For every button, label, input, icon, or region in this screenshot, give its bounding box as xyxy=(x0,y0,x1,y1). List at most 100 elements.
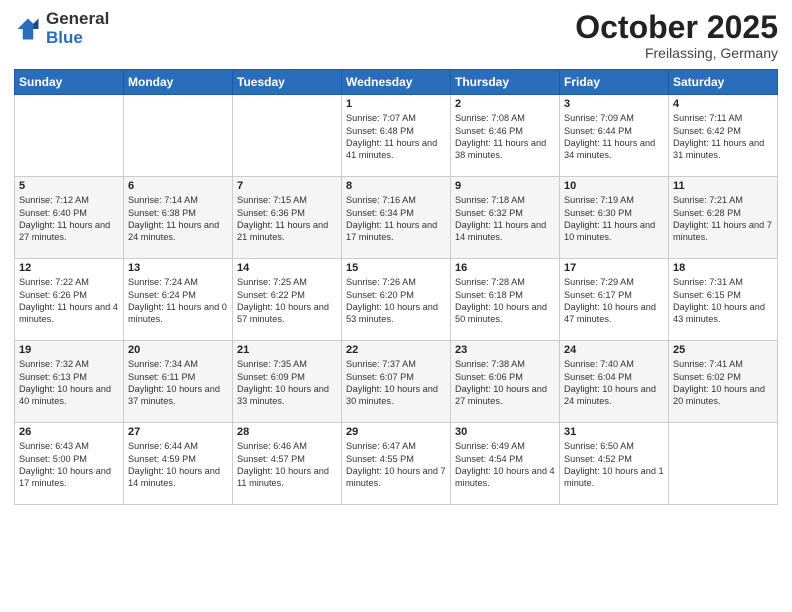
day-number: 23 xyxy=(455,344,555,356)
day-info: Sunrise: 7:07 AM Sunset: 6:48 PM Dayligh… xyxy=(346,112,446,162)
calendar-cell: 27 Sunrise: 6:44 AM Sunset: 4:59 PM Dayli… xyxy=(124,423,233,505)
calendar: Sunday Monday Tuesday Wednesday Thursday… xyxy=(14,69,778,505)
col-sunday: Sunday xyxy=(15,70,124,95)
calendar-cell: 11 Sunrise: 7:21 AM Sunset: 6:28 PM Dayli… xyxy=(669,177,778,259)
day-info: Sunrise: 7:38 AM Sunset: 6:06 PM Dayligh… xyxy=(455,358,555,408)
day-number: 8 xyxy=(346,180,446,192)
calendar-cell xyxy=(15,95,124,177)
day-info: Sunrise: 7:32 AM Sunset: 6:13 PM Dayligh… xyxy=(19,358,119,408)
day-number: 25 xyxy=(673,344,773,356)
day-number: 5 xyxy=(19,180,119,192)
day-info: Sunrise: 6:43 AM Sunset: 5:00 PM Dayligh… xyxy=(19,440,119,490)
logo-text: General Blue xyxy=(46,10,109,47)
day-number: 30 xyxy=(455,426,555,438)
day-number: 24 xyxy=(564,344,664,356)
day-number: 22 xyxy=(346,344,446,356)
col-thursday: Thursday xyxy=(451,70,560,95)
day-number: 1 xyxy=(346,98,446,110)
day-info: Sunrise: 7:29 AM Sunset: 6:17 PM Dayligh… xyxy=(564,276,664,326)
calendar-cell: 25Sunrise: 7:41 AM Sunset: 6:02 PM Dayli… xyxy=(669,341,778,423)
day-info: Sunrise: 7:12 AM Sunset: 6:40 PM Dayligh… xyxy=(19,194,119,244)
calendar-week-1: 5 Sunrise: 7:12 AM Sunset: 6:40 PM Daylig… xyxy=(15,177,778,259)
day-number: 11 xyxy=(673,180,773,192)
calendar-cell: 5 Sunrise: 7:12 AM Sunset: 6:40 PM Daylig… xyxy=(15,177,124,259)
day-info: Sunrise: 6:49 AM Sunset: 4:54 PM Dayligh… xyxy=(455,440,555,490)
day-number: 2 xyxy=(455,98,555,110)
day-info: Sunrise: 7:11 AM Sunset: 6:42 PM Dayligh… xyxy=(673,112,773,162)
day-number: 15 xyxy=(346,262,446,274)
day-info: Sunrise: 7:35 AM Sunset: 6:09 PM Dayligh… xyxy=(237,358,337,408)
day-info: Sunrise: 7:16 AM Sunset: 6:34 PM Dayligh… xyxy=(346,194,446,244)
day-number: 9 xyxy=(455,180,555,192)
calendar-cell xyxy=(124,95,233,177)
day-info: Sunrise: 7:14 AM Sunset: 6:38 PM Dayligh… xyxy=(128,194,228,244)
calendar-cell: 30 Sunrise: 6:49 AM Sunset: 4:54 PM Dayli… xyxy=(451,423,560,505)
day-info: Sunrise: 7:22 AM Sunset: 6:26 PM Dayligh… xyxy=(19,276,119,326)
col-monday: Monday xyxy=(124,70,233,95)
calendar-week-4: 26 Sunrise: 6:43 AM Sunset: 5:00 PM Dayli… xyxy=(15,423,778,505)
calendar-cell: 6 Sunrise: 7:14 AM Sunset: 6:38 PM Daylig… xyxy=(124,177,233,259)
col-wednesday: Wednesday xyxy=(342,70,451,95)
day-number: 19 xyxy=(19,344,119,356)
day-number: 12 xyxy=(19,262,119,274)
day-number: 20 xyxy=(128,344,228,356)
calendar-cell: 23 Sunrise: 7:38 AM Sunset: 6:06 PM Dayli… xyxy=(451,341,560,423)
calendar-header-row: Sunday Monday Tuesday Wednesday Thursday… xyxy=(15,70,778,95)
day-number: 13 xyxy=(128,262,228,274)
calendar-cell: 22Sunrise: 7:37 AM Sunset: 6:07 PM Dayli… xyxy=(342,341,451,423)
day-number: 6 xyxy=(128,180,228,192)
calendar-cell: 28Sunrise: 6:46 AM Sunset: 4:57 PM Dayli… xyxy=(233,423,342,505)
col-friday: Friday xyxy=(560,70,669,95)
calendar-cell: 2Sunrise: 7:08 AM Sunset: 6:46 PM Daylig… xyxy=(451,95,560,177)
col-saturday: Saturday xyxy=(669,70,778,95)
calendar-week-2: 12 Sunrise: 7:22 AM Sunset: 6:26 PM Dayli… xyxy=(15,259,778,341)
day-number: 26 xyxy=(19,426,119,438)
day-number: 17 xyxy=(564,262,664,274)
calendar-cell: 12 Sunrise: 7:22 AM Sunset: 6:26 PM Dayli… xyxy=(15,259,124,341)
day-number: 7 xyxy=(237,180,337,192)
day-number: 16 xyxy=(455,262,555,274)
day-number: 3 xyxy=(564,98,664,110)
day-number: 27 xyxy=(128,426,228,438)
day-info: Sunrise: 6:44 AM Sunset: 4:59 PM Dayligh… xyxy=(128,440,228,490)
col-tuesday: Tuesday xyxy=(233,70,342,95)
page: General Blue October 2025 Freilassing, G… xyxy=(0,0,792,612)
calendar-cell: 18Sunrise: 7:31 AM Sunset: 6:15 PM Dayli… xyxy=(669,259,778,341)
calendar-cell: 26 Sunrise: 6:43 AM Sunset: 5:00 PM Dayli… xyxy=(15,423,124,505)
logo-icon xyxy=(14,15,42,43)
calendar-cell: 3 Sunrise: 7:09 AM Sunset: 6:44 PM Daylig… xyxy=(560,95,669,177)
calendar-cell: 9 Sunrise: 7:18 AM Sunset: 6:32 PM Daylig… xyxy=(451,177,560,259)
logo-blue-text: Blue xyxy=(46,29,109,48)
calendar-cell: 14 Sunrise: 7:25 AM Sunset: 6:22 PM Dayli… xyxy=(233,259,342,341)
day-info: Sunrise: 7:28 AM Sunset: 6:18 PM Dayligh… xyxy=(455,276,555,326)
logo-general-text: General xyxy=(46,10,109,29)
day-number: 31 xyxy=(564,426,664,438)
day-info: Sunrise: 7:18 AM Sunset: 6:32 PM Dayligh… xyxy=(455,194,555,244)
calendar-cell: 19 Sunrise: 7:32 AM Sunset: 6:13 PM Dayli… xyxy=(15,341,124,423)
day-info: Sunrise: 7:19 AM Sunset: 6:30 PM Dayligh… xyxy=(564,194,664,244)
calendar-cell: 7 Sunrise: 7:15 AM Sunset: 6:36 PM Daylig… xyxy=(233,177,342,259)
day-info: Sunrise: 7:09 AM Sunset: 6:44 PM Dayligh… xyxy=(564,112,664,162)
day-number: 18 xyxy=(673,262,773,274)
calendar-cell: 1 Sunrise: 7:07 AM Sunset: 6:48 PM Daylig… xyxy=(342,95,451,177)
calendar-cell: 16 Sunrise: 7:28 AM Sunset: 6:18 PM Dayli… xyxy=(451,259,560,341)
calendar-cell xyxy=(233,95,342,177)
calendar-week-0: 1 Sunrise: 7:07 AM Sunset: 6:48 PM Daylig… xyxy=(15,95,778,177)
day-number: 4 xyxy=(673,98,773,110)
calendar-week-3: 19 Sunrise: 7:32 AM Sunset: 6:13 PM Dayli… xyxy=(15,341,778,423)
logo: General Blue xyxy=(14,10,109,47)
day-number: 14 xyxy=(237,262,337,274)
day-number: 28 xyxy=(237,426,337,438)
day-info: Sunrise: 7:21 AM Sunset: 6:28 PM Dayligh… xyxy=(673,194,773,244)
day-info: Sunrise: 7:25 AM Sunset: 6:22 PM Dayligh… xyxy=(237,276,337,326)
day-info: Sunrise: 7:15 AM Sunset: 6:36 PM Dayligh… xyxy=(237,194,337,244)
header: General Blue October 2025 Freilassing, G… xyxy=(14,10,778,61)
calendar-cell: 29 Sunrise: 6:47 AM Sunset: 4:55 PM Dayli… xyxy=(342,423,451,505)
day-number: 29 xyxy=(346,426,446,438)
calendar-cell: 8 Sunrise: 7:16 AM Sunset: 6:34 PM Daylig… xyxy=(342,177,451,259)
day-number: 10 xyxy=(564,180,664,192)
day-info: Sunrise: 6:47 AM Sunset: 4:55 PM Dayligh… xyxy=(346,440,446,490)
calendar-cell: 31Sunrise: 6:50 AM Sunset: 4:52 PM Dayli… xyxy=(560,423,669,505)
calendar-cell: 24Sunrise: 7:40 AM Sunset: 6:04 PM Dayli… xyxy=(560,341,669,423)
title-location: Freilassing, Germany xyxy=(575,45,778,61)
